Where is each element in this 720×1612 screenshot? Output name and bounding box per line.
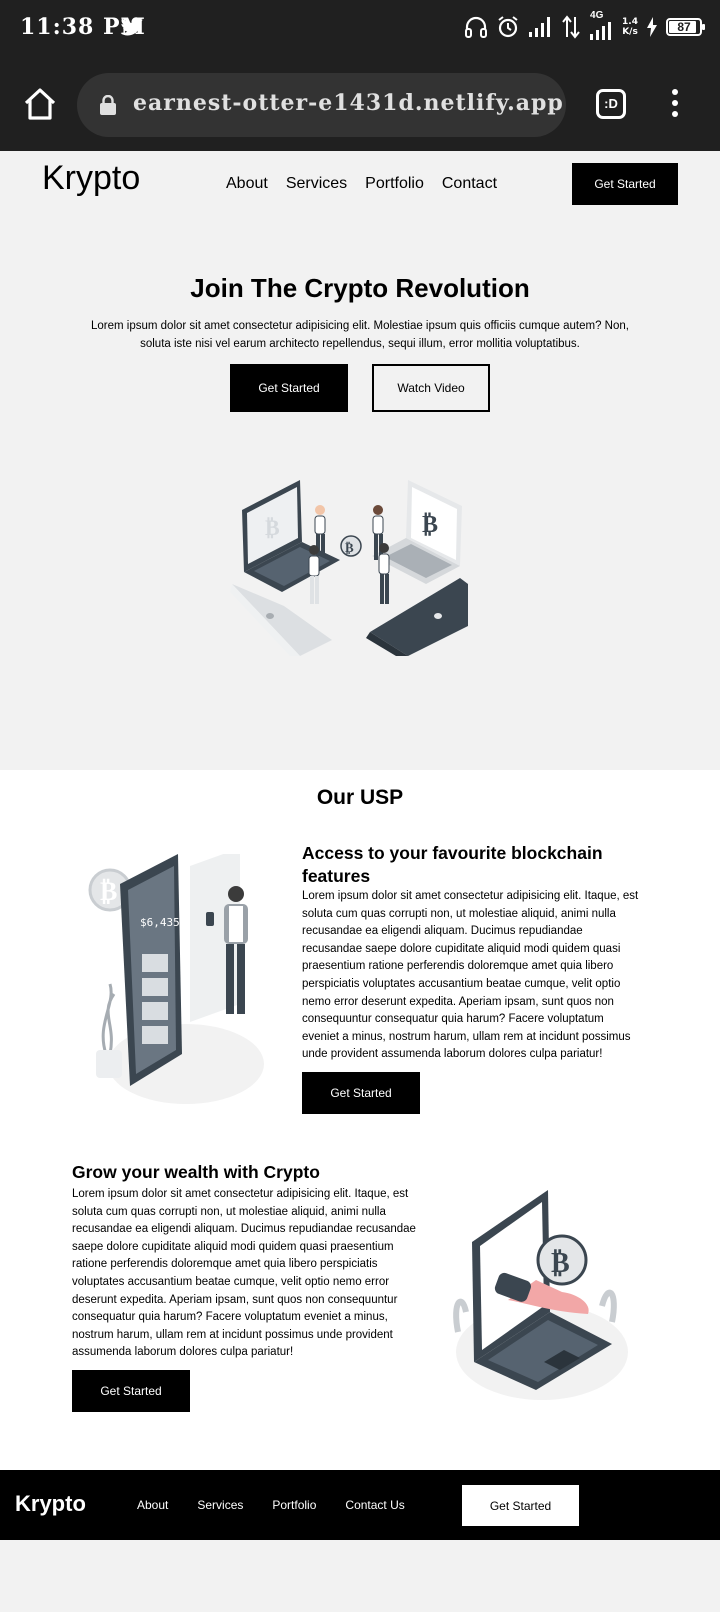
home-icon[interactable] [22, 86, 58, 122]
bitcoin-icon: ₿ [265, 516, 280, 541]
usp-section: Our USP ₿ $6,435 Access to your favourit… [0, 770, 720, 1470]
phone-wallet-illustration: ₿ $6,435 [88, 854, 264, 1104]
nav-get-started-button[interactable]: Get Started [572, 163, 678, 205]
nav-link-about[interactable]: About [226, 175, 268, 193]
watch-video-button[interactable]: Watch Video [372, 364, 490, 412]
nav-links: About Services Portfolio Contact [226, 175, 497, 193]
crypto-people-laptops-illustration: ₿ ₿ ₿ [230, 480, 468, 656]
site-header: Krypto About Services Portfolio Contact … [0, 151, 720, 219]
signal-4g-icon: 4G [588, 10, 614, 40]
status-bar: 11:38 PM 4G 1.4 K/s 87 [0, 0, 720, 56]
svg-text:₿: ₿ [422, 510, 438, 538]
battery-icon: 87 [666, 18, 705, 36]
more-menu-icon[interactable] [668, 89, 682, 119]
phone-balance: $6,435 [140, 916, 180, 929]
signal-icon [529, 17, 551, 37]
hero-get-started-button[interactable]: Get Started [230, 364, 348, 412]
footer-link-about[interactable]: About [137, 1498, 168, 1512]
feature-1-text: Lorem ipsum dolor sit amet consectetur a… [302, 890, 639, 1061]
alarm-icon [498, 16, 518, 38]
address-bar[interactable]: earnest-otter-e1431d.netlify.app [77, 73, 566, 137]
usp-title: Our USP [316, 786, 404, 809]
feature-2-get-started-button[interactable]: Get Started [72, 1370, 190, 1412]
url-text[interactable]: earnest-otter-e1431d.netlify.app [133, 90, 564, 116]
svg-text:₿: ₿ [100, 877, 117, 907]
net-speed: 1.4 K/s [622, 17, 638, 37]
nav-link-services[interactable]: Services [286, 175, 347, 193]
svg-text:₿: ₿ [345, 541, 354, 556]
hero-title: Join The Crypto Revolution [190, 273, 530, 303]
charging-icon [647, 17, 657, 37]
battery-level: 87 [677, 20, 691, 34]
feature-2-title: Grow your wealth with Crypto [72, 1162, 320, 1182]
footer-logo[interactable]: Krypto [15, 1491, 86, 1517]
browser-toolbar: earnest-otter-e1431d.netlify.app :D [0, 56, 720, 151]
svg-text:₿: ₿ [551, 1246, 570, 1279]
footer-link-portfolio[interactable]: Portfolio [272, 1498, 316, 1512]
site-logo[interactable]: Krypto [42, 159, 140, 198]
nav-link-portfolio[interactable]: Portfolio [365, 175, 424, 193]
tab-switcher-icon[interactable]: :D [596, 89, 626, 119]
site-footer: Krypto About Services Portfolio Contact … [0, 1470, 720, 1540]
headphones-icon [465, 16, 488, 38]
twitter-icon [120, 17, 143, 36]
feature-1-get-started-button[interactable]: Get Started [302, 1072, 420, 1114]
footer-link-services[interactable]: Services [197, 1498, 243, 1512]
laptop-hand-coin-illustration: ₿ [453, 1190, 628, 1400]
data-arrows-icon [562, 15, 580, 39]
nav-link-contact[interactable]: Contact [442, 175, 497, 193]
feature-2-text: Lorem ipsum dolor sit amet consectetur a… [72, 1188, 416, 1359]
footer-get-started-button[interactable]: Get Started [462, 1485, 579, 1526]
hero-description: Lorem ipsum dolor sit amet consectetur a… [91, 320, 629, 350]
lock-icon [100, 95, 116, 115]
feature-1-title: Access to your favourite blockchain feat… [302, 843, 603, 886]
footer-links: About Services Portfolio Contact Us [137, 1498, 405, 1512]
footer-link-contact[interactable]: Contact Us [345, 1498, 404, 1512]
